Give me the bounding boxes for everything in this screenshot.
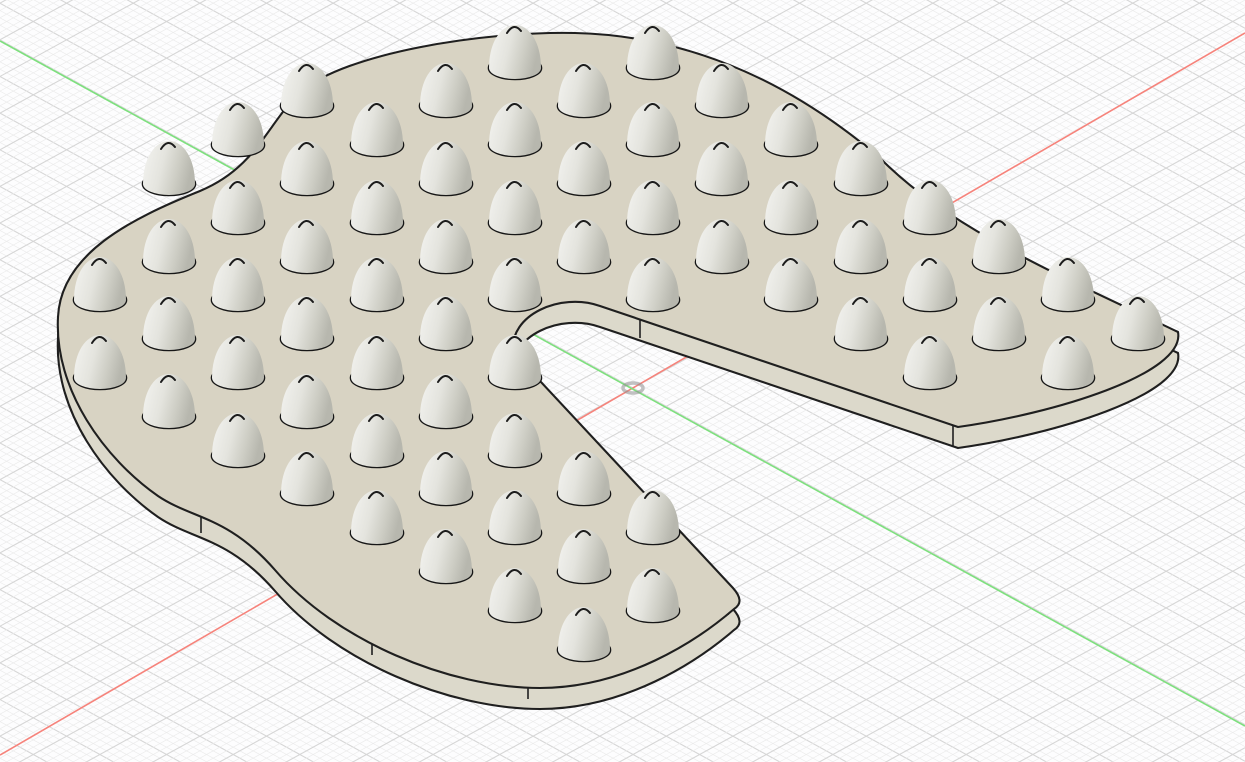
bump-body bbox=[627, 25, 679, 79]
cad-viewport[interactable] bbox=[0, 0, 1245, 762]
bump[interactable] bbox=[627, 25, 679, 79]
model-canvas[interactable] bbox=[0, 0, 1245, 762]
bump-body bbox=[281, 63, 333, 117]
bump-body bbox=[212, 102, 264, 156]
bump[interactable] bbox=[212, 102, 264, 156]
grid-major-line bbox=[0, 0, 1245, 28]
grid-minor-line bbox=[0, 0, 1245, 14]
bump[interactable] bbox=[281, 63, 333, 117]
